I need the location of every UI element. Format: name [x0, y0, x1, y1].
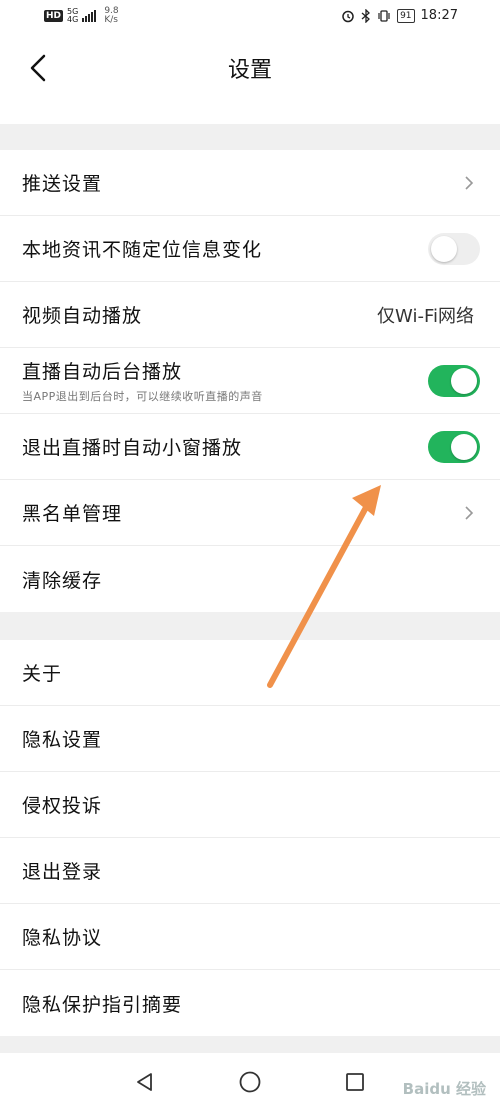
nav-recents-button[interactable] [342, 1069, 368, 1095]
circle-home-icon [239, 1071, 261, 1093]
clear-cache-row[interactable]: 清除缓存 [0, 546, 500, 612]
privacy-settings-row[interactable]: 隐私设置 [0, 706, 500, 772]
logout-label: 退出登录 [22, 861, 103, 883]
partially-visible-row[interactable] [0, 90, 500, 124]
square-recents-icon [346, 1073, 364, 1091]
about-group: 关于 隐私设置 侵权投诉 退出登录 隐私协议 隐私保护指引摘要 [0, 640, 500, 1036]
network-type: 5G 4G [67, 8, 78, 24]
live-background-text: 直播自动后台播放 当APP退出到后台时，可以继续收听直播的声音 [22, 357, 263, 404]
blacklist-row[interactable]: 黑名单管理 [0, 480, 500, 546]
vibrate-icon [378, 9, 390, 22]
toggle-knob [451, 367, 477, 394]
live-background-description: 当APP退出到后台时，可以继续收听直播的声音 [22, 390, 263, 403]
privacy-policy-label: 隐私协议 [22, 927, 103, 949]
clock: 18:27 [420, 8, 458, 23]
triangle-back-icon [137, 1073, 152, 1091]
clear-cache-label: 清除缓存 [22, 569, 103, 592]
logout-row[interactable]: 退出登录 [0, 838, 500, 904]
local-news-label: 本地资讯不随定位信息变化 [22, 239, 263, 261]
local-news-toggle[interactable] [428, 232, 480, 265]
alarm-icon [342, 10, 354, 22]
toggle-knob [451, 433, 477, 460]
status-bar: HD 5G 4G 9.8 K/s 91 18:27 [0, 0, 500, 36]
video-autoplay-value: 仅Wi-Fi网络 [377, 305, 474, 327]
infringement-row[interactable]: 侵权投诉 [0, 772, 500, 838]
signal-icon [82, 10, 97, 22]
chevron-right-icon [465, 505, 474, 520]
live-pip-label: 退出直播时自动小窗播放 [22, 437, 243, 459]
hd-indicator: HD [44, 10, 64, 22]
bluetooth-icon [361, 8, 371, 23]
infringement-label: 侵权投诉 [22, 795, 103, 817]
live-pip-toggle[interactable] [428, 430, 480, 463]
about-label: 关于 [22, 663, 63, 685]
watermark: Baidu 经验 [402, 1080, 486, 1098]
page-title: 设置 [227, 58, 272, 83]
chevron-right-icon [465, 175, 474, 190]
toggle-knob [431, 235, 457, 262]
network-speed-unit: K/s [104, 15, 118, 25]
live-background-toggle[interactable] [428, 364, 480, 397]
push-settings-label: 推送设置 [22, 173, 103, 195]
settings-group: 推送设置 本地资讯不随定位信息变化 视频自动播放 仅Wi-Fi网络 直播自动后台… [0, 150, 500, 612]
about-row[interactable]: 关于 [0, 640, 500, 706]
privacy-settings-label: 隐私设置 [22, 729, 103, 751]
nav-home-button[interactable] [237, 1069, 263, 1095]
privacy-guide-row[interactable]: 隐私保护指引摘要 [0, 970, 500, 1036]
nav-back-button[interactable] [132, 1069, 158, 1095]
network-speed: 9.8 K/s [104, 7, 118, 25]
live-background-row: 直播自动后台播放 当APP退出到后台时，可以继续收听直播的声音 [0, 348, 500, 414]
battery-icon: 91 [397, 8, 415, 23]
status-left: HD 5G 4G 9.8 K/s [44, 7, 119, 25]
blacklist-label: 黑名单管理 [22, 503, 123, 525]
network-type-bottom: 4G [67, 15, 79, 24]
local-news-row: 本地资讯不随定位信息变化 [0, 216, 500, 282]
privacy-policy-row[interactable]: 隐私协议 [0, 904, 500, 970]
live-background-label: 直播自动后台播放 [22, 361, 183, 383]
status-right: 91 18:27 [341, 8, 458, 23]
video-autoplay-row[interactable]: 视频自动播放 仅Wi-Fi网络 [0, 282, 500, 348]
privacy-guide-label: 隐私保护指引摘要 [22, 993, 183, 1016]
live-pip-row: 退出直播时自动小窗播放 [0, 414, 500, 480]
system-nav-bar: Baidu 经验 [0, 1053, 500, 1111]
push-settings-row[interactable]: 推送设置 [0, 150, 500, 216]
video-autoplay-label: 视频自动播放 [22, 305, 143, 327]
